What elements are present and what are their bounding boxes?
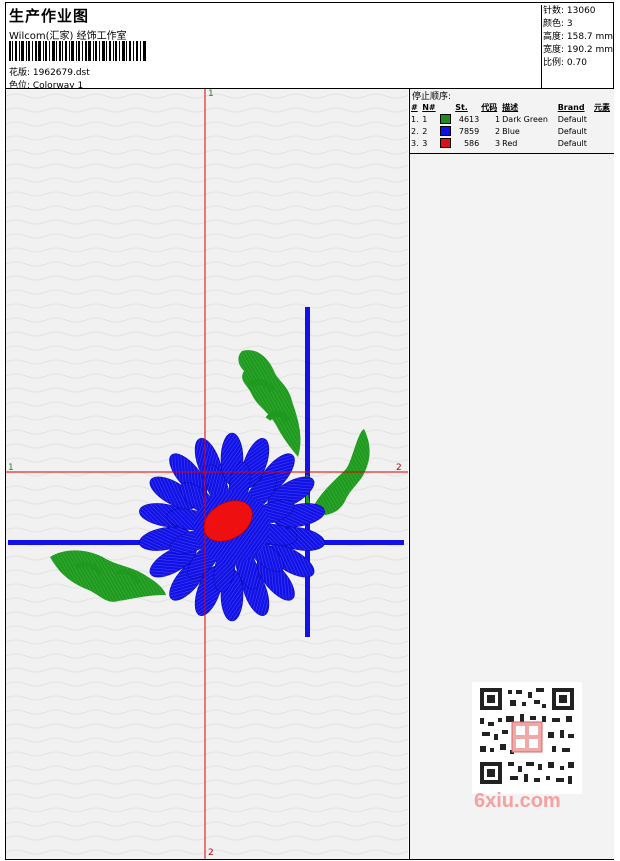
row-brand: Default [557,114,587,124]
row-brand: Default [557,126,587,136]
embroidery-canvas [6,89,408,859]
design-height: 高度: 158.7 mm [543,32,614,42]
row-index: 1. [411,114,419,124]
col-header-element: 元素 [594,102,610,112]
design-preview: 1 2 1 2 [6,89,408,859]
col-header-index: # [411,102,418,112]
col-header-swatch [439,101,454,113]
row-code: 3 [495,138,501,148]
color-count: 颜色: 3 [543,19,573,29]
production-worksheet: 生产作业图 Wilcom(汇家) 经饰工作室 花版: 1962679.dst 色… [0,0,620,861]
row-code: 1 [495,114,501,124]
row-number: 2 [422,126,428,136]
design-stats: 针数: 13060 颜色: 3 高度: 158.7 mm 宽度: 190.2 m… [541,5,615,88]
row-element [593,125,614,137]
row-index: 3. [411,138,419,148]
horizontal-guide-end-label: 2 [396,463,402,473]
row-stitches: 586 [463,138,480,148]
row-description: Red [502,138,518,148]
color-swatch-cell [439,125,454,137]
col-header-description: 描述 [502,102,519,112]
color-swatch-cell [439,137,454,149]
stitch-count: 针数: 13060 [543,6,596,16]
row-element [593,113,614,125]
qr-code [472,682,582,794]
table-row: 1. 1 4613 1 Dark Green Default [410,113,614,125]
table-header-row: # N# St. 代码 描述 Brand 元素 [410,101,614,113]
col-header-stitches: St. [455,102,468,112]
color-swatch-cell [439,113,454,125]
header: 生产作业图 Wilcom(汇家) 经饰工作室 花版: 1962679.dst 色… [5,5,541,91]
col-header-code: 代码 [481,102,498,112]
row-stitches: 4613 [458,114,480,124]
design-scale: 比例: 0.70 [543,58,587,68]
color-swatch [440,126,452,136]
design-file-name: 花版: 1962679.dst [9,68,90,78]
vertical-guide-end-label: 2 [208,848,214,858]
color-sequence-table: # N# St. 代码 描述 Brand 元素 1. 1 4613 1 Dark… [410,101,614,149]
table-divider [410,153,614,154]
color-swatch [440,114,452,124]
row-element [593,137,614,149]
row-description: Blue [502,126,520,136]
row-stitches: 7859 [458,126,480,136]
design-width: 宽度: 190.2 mm [543,45,614,55]
row-description: Dark Green [502,114,548,124]
vertical-guide-start-label: 1 [208,89,214,99]
color-swatch [440,138,452,148]
row-number: 3 [422,138,428,148]
row-number: 1 [422,114,428,124]
row-index: 2. [411,126,419,136]
col-header-brand: Brand [557,102,585,112]
row-brand: Default [557,138,587,148]
horizontal-guide-start-label: 1 [8,463,14,473]
table-row: 3. 3 586 3 Red Default [410,137,614,149]
col-header-number: N# [422,102,436,112]
table-row: 2. 2 7859 2 Blue Default [410,125,614,137]
row-code: 2 [495,126,501,136]
watermark-text: 6xiu.com [474,790,561,812]
page-title: 生产作业图 [9,7,90,25]
barcode [9,41,146,61]
studio-subtitle: Wilcom(汇家) 经饰工作室 [9,31,127,42]
